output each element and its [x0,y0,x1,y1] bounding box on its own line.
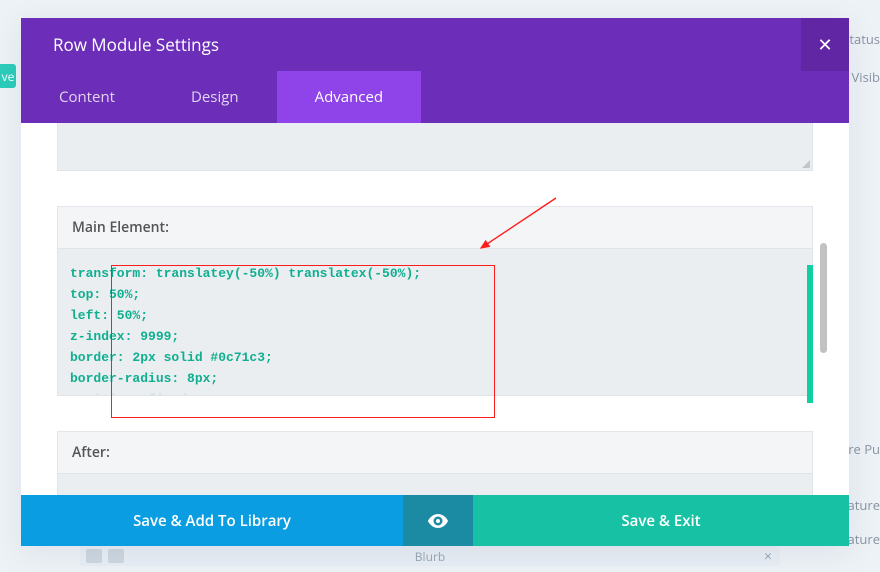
section-label-after: After: [57,431,813,473]
section-after: After: [57,431,813,495]
close-button[interactable]: ✕ [801,18,849,71]
after-css-input[interactable] [57,473,813,495]
tab-advanced[interactable]: Advanced [277,71,421,123]
code-line: top: 50%; [70,284,800,305]
tab-bar: Content Design Advanced [21,71,849,123]
textarea-above[interactable] [57,123,813,171]
bg-close-icon: × [764,547,772,566]
bg-module-label: Blurb [415,548,445,565]
modal-footer: Save & Add To Library Save & Exit [21,495,849,546]
save-add-to-library-button[interactable]: Save & Add To Library [21,495,403,546]
tab-design[interactable]: Design [153,71,277,123]
code-line: z-index: 9999; [70,326,800,347]
bg-right-label: ature [848,496,880,514]
section-main-element: Main Element: transform: translatey(-50%… [57,206,813,396]
bg-right-label: ature [848,530,880,548]
bg-hamburger-icon [86,549,102,563]
scrollbar-thumb[interactable] [820,243,827,353]
bg-bottom-toolbar: Blurb × [80,546,780,566]
code-line: left: 50%; [70,305,800,326]
save-and-exit-button[interactable]: Save & Exit [473,495,849,546]
modal-header: Row Module Settings ✕ [21,18,849,71]
resize-handle-icon[interactable] [802,160,810,168]
code-line: border-radius: 8px; [70,368,800,389]
section-active-indicator [807,265,813,403]
code-line: position: fixed; [70,389,800,396]
section-label-main-element: Main Element: [57,206,813,248]
bg-right-label: Visib [852,68,880,86]
code-line: transform: translatey(-50%) translatex(-… [70,263,800,284]
bg-left-pill: ve [0,64,16,88]
main-element-css-input[interactable]: transform: translatey(-50%) translatex(-… [57,248,813,396]
code-line: border: 2px solid #0c71c3; [70,347,800,368]
modal-title: Row Module Settings [53,33,219,56]
preview-button[interactable] [403,495,473,546]
tab-content[interactable]: Content [21,71,153,123]
eye-icon [427,514,449,528]
bg-layout-icon [108,549,124,563]
bg-right-label: re Pu [848,440,880,458]
settings-modal: Row Module Settings ✕ Content Design Adv… [21,18,849,546]
close-icon: ✕ [817,33,832,57]
modal-body[interactable]: Main Element: transform: translatey(-50%… [21,123,849,495]
